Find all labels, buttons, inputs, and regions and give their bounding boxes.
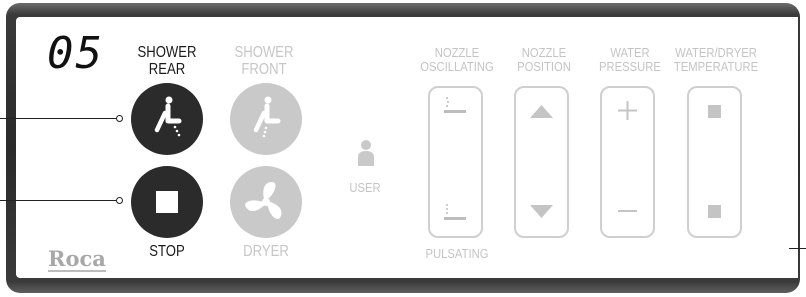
leader-line-rear [0, 118, 118, 119]
edge-line [789, 248, 806, 249]
level-display: 05 [47, 28, 104, 79]
shower-front-label: SHOWER FRONT [234, 44, 294, 78]
square-icon[interactable] [708, 205, 721, 218]
logo-underline [48, 270, 106, 272]
fan-icon [245, 182, 282, 219]
plus-icon[interactable] [618, 101, 637, 120]
dryer-label: DRYER [243, 243, 289, 260]
dryer-button[interactable] [230, 166, 302, 238]
triangle-down-icon[interactable] [530, 205, 553, 218]
minus-icon[interactable] [618, 210, 637, 212]
shower-rear-label: SHOWER REAR [137, 44, 197, 78]
nozzle-oscillating-pulsating-button[interactable] [428, 86, 483, 238]
person-icon[interactable] [356, 139, 376, 167]
stop-button[interactable] [131, 166, 203, 238]
user-label: USER [349, 181, 381, 195]
leader-dot-rear [116, 115, 123, 122]
shower-front-button[interactable] [230, 83, 302, 155]
water-pressure-control[interactable] [600, 86, 655, 238]
temperature-control[interactable] [687, 86, 742, 238]
rear-wash-icon [154, 96, 182, 137]
triangle-up-icon[interactable] [530, 105, 553, 118]
front-wash-icon [253, 96, 281, 138]
shower-rear-button[interactable] [131, 83, 203, 155]
oscillating-pulsating-icon [444, 97, 466, 220]
leader-line-stop [0, 200, 118, 201]
nozzle-oscillating-label: NOZZLE OSCILLATING [420, 46, 494, 74]
nozzle-position-label: NOZZLE POSITION [517, 46, 571, 74]
pulsating-label: PULSATING [425, 247, 489, 261]
stop-label: STOP [149, 243, 185, 260]
square-icon[interactable] [708, 105, 721, 118]
stop-icon [156, 191, 178, 213]
nozzle-position-control[interactable] [514, 86, 569, 238]
water-pressure-label: WATER PRESSURE [599, 46, 661, 74]
leader-dot-stop [116, 197, 123, 204]
roca-logo: Roca [48, 246, 106, 271]
temperature-label: WATER/DRYER TEMPERATURE [673, 46, 759, 74]
